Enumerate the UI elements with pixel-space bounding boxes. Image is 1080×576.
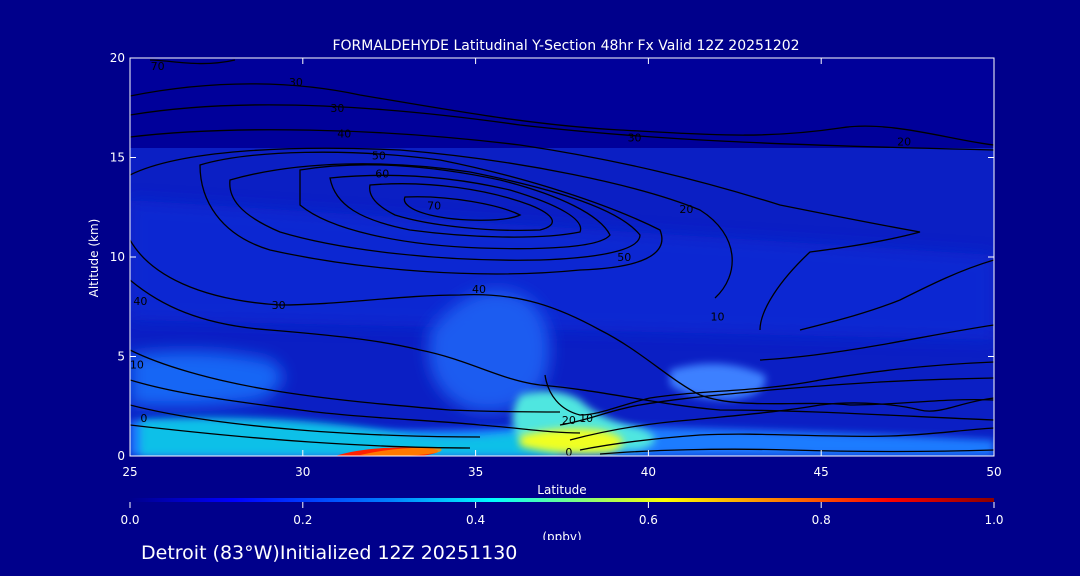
colorbar-tick-label: 1.0 (984, 513, 1003, 527)
x-tick-label: 45 (814, 465, 829, 479)
colorbar-tick-label: 0.2 (293, 513, 312, 527)
x-tick-label: 30 (295, 465, 310, 479)
x-tick-label: 35 (468, 465, 483, 479)
y-tick-label: 10 (110, 250, 125, 264)
contour-label: 70 (427, 199, 441, 212)
contour-label: 50 (372, 150, 386, 163)
colorbar-tick-label: 0.0 (120, 513, 139, 527)
colorbar-bar (130, 498, 994, 502)
colorbar-tick-label: 0.6 (639, 513, 658, 527)
contour-label: 0 (565, 446, 572, 459)
contour-label: 30 (628, 132, 642, 145)
y-tick-label: 5 (117, 350, 125, 364)
x-axis-label: Latitude (537, 483, 586, 497)
footer-initialization-text: Detroit (83°W)Initialized 12Z 20251130 (141, 542, 518, 564)
cross-section-chart: FORMALDEHYDE Latitudinal Y-Section 48hr … (87, 38, 1004, 540)
contour-label: 20 (897, 136, 911, 149)
contour-label: 10 (130, 358, 144, 371)
chart-title: FORMALDEHYDE Latitudinal Y-Section 48hr … (332, 38, 799, 54)
contour-label: 60 (375, 167, 389, 180)
colorbar-tick-label: 0.8 (812, 513, 831, 527)
contour-label: 30 (330, 102, 344, 115)
contour-label: 0 (140, 412, 147, 425)
y-axis-label: Altitude (km) (87, 219, 101, 298)
contour-label: 50 (617, 251, 631, 264)
contour-label: 10 (711, 311, 725, 324)
plot-area: 70303040506070503020204030401010102000 (130, 58, 994, 459)
contour-label: 20 (679, 203, 693, 216)
contour-label: 10 (579, 412, 593, 425)
colorbar-tick-label: 0.4 (466, 513, 485, 527)
contour-label: 40 (133, 295, 147, 308)
colorbar-unit-label: (ppbv) (542, 530, 581, 540)
colorbar: 0.0 0.2 0.4 0.6 0.8 1.0 (ppbv) (120, 498, 1004, 540)
contour-label: 30 (289, 76, 303, 89)
contour-label: 70 (151, 60, 165, 73)
y-tick-label: 15 (110, 151, 125, 165)
concentration-band-upper (130, 58, 994, 148)
x-tick-label: 50 (986, 465, 1001, 479)
contour-label: 40 (337, 128, 351, 141)
contour-label: 20 (562, 414, 576, 427)
y-tick-label: 0 (117, 449, 125, 463)
y-tick-label: 20 (110, 51, 125, 65)
x-tick-label: 40 (641, 465, 656, 479)
contour-label: 40 (472, 283, 486, 296)
x-tick-label: 25 (122, 465, 137, 479)
contour-label: 30 (272, 299, 286, 312)
